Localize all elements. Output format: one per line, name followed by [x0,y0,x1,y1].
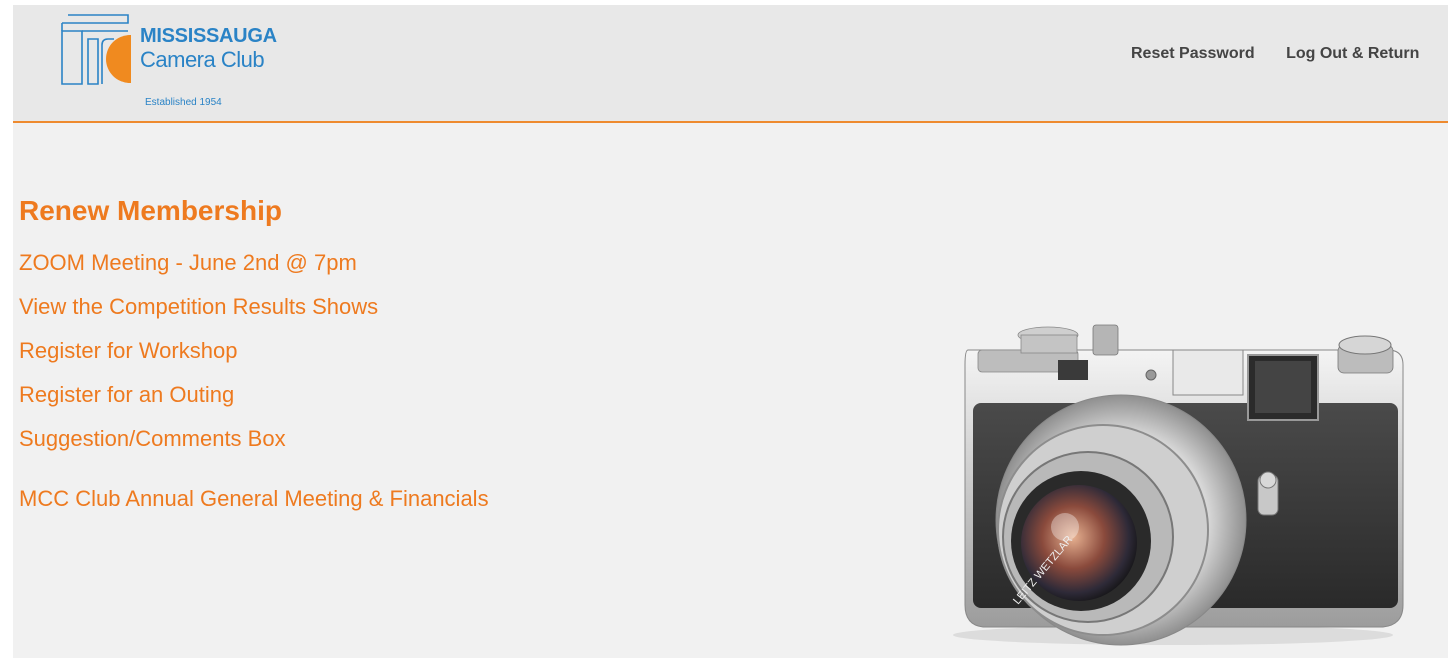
club-logo[interactable]: MISSISSAUGA Camera Club Established 1954 [58,9,318,117]
hero-camera-image: LEITZ WETZLAR [943,305,1413,655]
camera-logo-icon [61,14,131,85]
main-content: Renew Membership ZOOM Meeting - June 2nd… [19,195,489,521]
competition-results-link[interactable]: View the Competition Results Shows [19,285,489,329]
zoom-meeting-link[interactable]: ZOOM Meeting - June 2nd @ 7pm [19,241,489,285]
logo-subtitle: Camera Club [140,47,265,72]
site-header: MISSISSAUGA Camera Club Established 1954… [13,5,1448,123]
page: MISSISSAUGA Camera Club Established 1954… [13,5,1448,658]
agm-financials-link[interactable]: MCC Club Annual General Meeting & Financ… [19,477,489,521]
logo-title: MISSISSAUGA [140,25,277,47]
logout-return-link[interactable]: Log Out & Return [1286,45,1419,63]
register-outing-link[interactable]: Register for an Outing [19,373,489,417]
reset-password-link[interactable]: Reset Password [1131,45,1255,63]
suggestion-box-link[interactable]: Suggestion/Comments Box [19,417,489,461]
renew-membership-link[interactable]: Renew Membership [19,195,489,227]
logo-established: Established 1954 [145,97,222,108]
top-nav: Reset Password Log Out & Return [1131,45,1446,63]
register-workshop-link[interactable]: Register for Workshop [19,329,489,373]
